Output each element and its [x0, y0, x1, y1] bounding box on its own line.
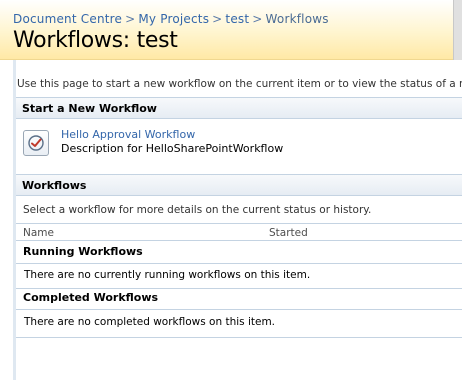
- divider: [16, 309, 462, 310]
- workflow-description: Description for HelloSharePointWorkflow: [61, 142, 284, 155]
- breadcrumb-document-centre[interactable]: Document Centre: [13, 12, 122, 26]
- page-header: Document Centre > My Projects > test > Workflo…: [0, 0, 462, 60]
- main-content: Use this page to start a new workflow on…: [16, 60, 462, 380]
- divider: [16, 263, 462, 264]
- breadcrumb-separator: >: [125, 12, 136, 26]
- workflow-check-icon[interactable]: [23, 130, 49, 156]
- completed-workflows-title: Completed Workflows: [23, 291, 159, 304]
- page-title: Workflows: test: [13, 28, 178, 53]
- breadcrumb-separator: >: [212, 12, 223, 26]
- column-name[interactable]: Name: [23, 227, 54, 239]
- breadcrumb-test[interactable]: test: [225, 12, 249, 26]
- divider: [16, 223, 462, 224]
- divider: [16, 240, 462, 241]
- running-workflows-empty: There are no currently running workflows…: [24, 269, 311, 281]
- start-workflow-title: Start a New Workflow: [22, 102, 157, 115]
- breadcrumb: Document Centre > My Projects > test > Workflo…: [13, 12, 329, 26]
- workflows-title: Workflows: [22, 179, 87, 192]
- column-started[interactable]: Started: [269, 227, 308, 239]
- workflows-instruction: Select a workflow for more details on th…: [23, 204, 372, 216]
- start-workflow-header: Start a New Workflow: [16, 97, 462, 119]
- divider: [16, 288, 462, 289]
- window-edge: [453, 0, 462, 60]
- hello-approval-workflow-link[interactable]: Hello Approval Workflow: [61, 128, 195, 141]
- workflows-header: Workflows: [16, 174, 462, 196]
- running-workflows-title: Running Workflows: [23, 245, 143, 258]
- divider: [16, 337, 462, 338]
- breadcrumb-workflows: Workflows: [265, 12, 329, 26]
- breadcrumb-separator: >: [252, 12, 263, 26]
- breadcrumb-my-projects[interactable]: My Projects: [138, 12, 209, 26]
- completed-workflows-empty: There are no completed workflows on this…: [24, 316, 276, 328]
- intro-text: Use this page to start a new workflow on…: [17, 78, 462, 90]
